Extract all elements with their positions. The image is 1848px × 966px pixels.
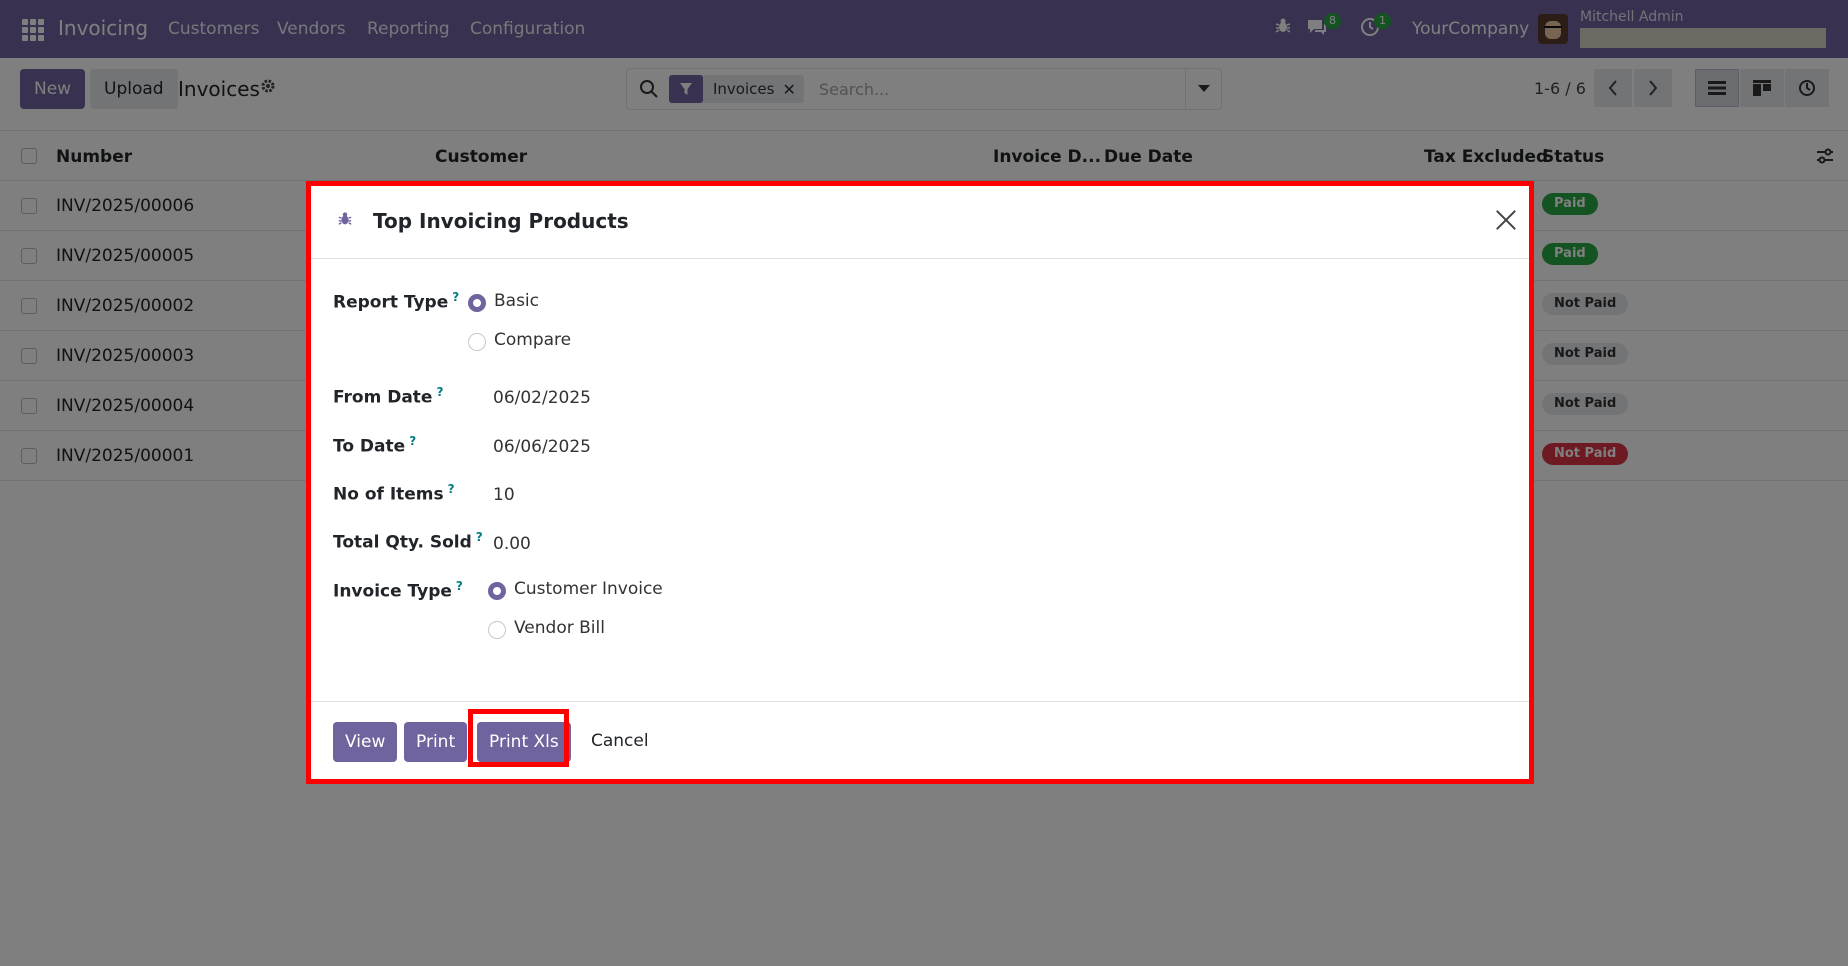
help-tooltip-icon[interactable]: ? bbox=[452, 290, 459, 304]
invoice-type-customer-radio[interactable] bbox=[488, 582, 506, 600]
to-date-field[interactable]: 06/06/2025 bbox=[493, 437, 591, 457]
report-type-basic-label[interactable]: Basic bbox=[494, 291, 539, 311]
report-type-compare-radio[interactable] bbox=[468, 333, 486, 351]
total-qty-sold-field[interactable]: 0.00 bbox=[493, 534, 531, 554]
help-tooltip-icon[interactable]: ? bbox=[476, 530, 483, 544]
from-date-field[interactable]: 06/02/2025 bbox=[493, 388, 591, 408]
no-of-items-field[interactable]: 10 bbox=[493, 485, 515, 505]
help-tooltip-icon[interactable]: ? bbox=[409, 434, 416, 448]
invoice-type-label: Invoice Type? bbox=[333, 579, 463, 602]
report-type-compare-label[interactable]: Compare bbox=[494, 330, 571, 350]
to-date-label: To Date? bbox=[333, 434, 417, 457]
total-qty-sold-label: Total Qty. Sold? bbox=[333, 530, 483, 553]
print-button[interactable]: Print bbox=[404, 722, 468, 762]
invoice-type-vendor-radio[interactable] bbox=[488, 621, 506, 639]
no-of-items-label: No of Items? bbox=[333, 482, 455, 505]
debug-bug-icon[interactable] bbox=[337, 211, 353, 231]
help-tooltip-icon[interactable]: ? bbox=[448, 482, 455, 496]
dialog-title: Top Invoicing Products bbox=[373, 209, 629, 233]
report-type-basic-radio[interactable] bbox=[468, 294, 486, 312]
invoice-type-vendor-label[interactable]: Vendor Bill bbox=[514, 618, 605, 638]
dialog-footer: View Print Print Xls Cancel bbox=[311, 701, 1531, 780]
help-tooltip-icon[interactable]: ? bbox=[456, 579, 463, 593]
help-tooltip-icon[interactable]: ? bbox=[436, 385, 443, 399]
view-button[interactable]: View bbox=[333, 722, 398, 762]
top-invoicing-products-dialog: Top Invoicing Products Report Type? Basi… bbox=[311, 185, 1531, 780]
invoice-type-customer-label[interactable]: Customer Invoice bbox=[514, 579, 663, 599]
dialog-header: Top Invoicing Products bbox=[311, 185, 1531, 259]
report-type-label: Report Type? bbox=[333, 290, 460, 313]
from-date-label: From Date? bbox=[333, 385, 444, 408]
cancel-button[interactable]: Cancel bbox=[591, 731, 649, 751]
print-xls-highlight-box bbox=[468, 709, 569, 767]
close-icon[interactable] bbox=[1495, 209, 1517, 231]
